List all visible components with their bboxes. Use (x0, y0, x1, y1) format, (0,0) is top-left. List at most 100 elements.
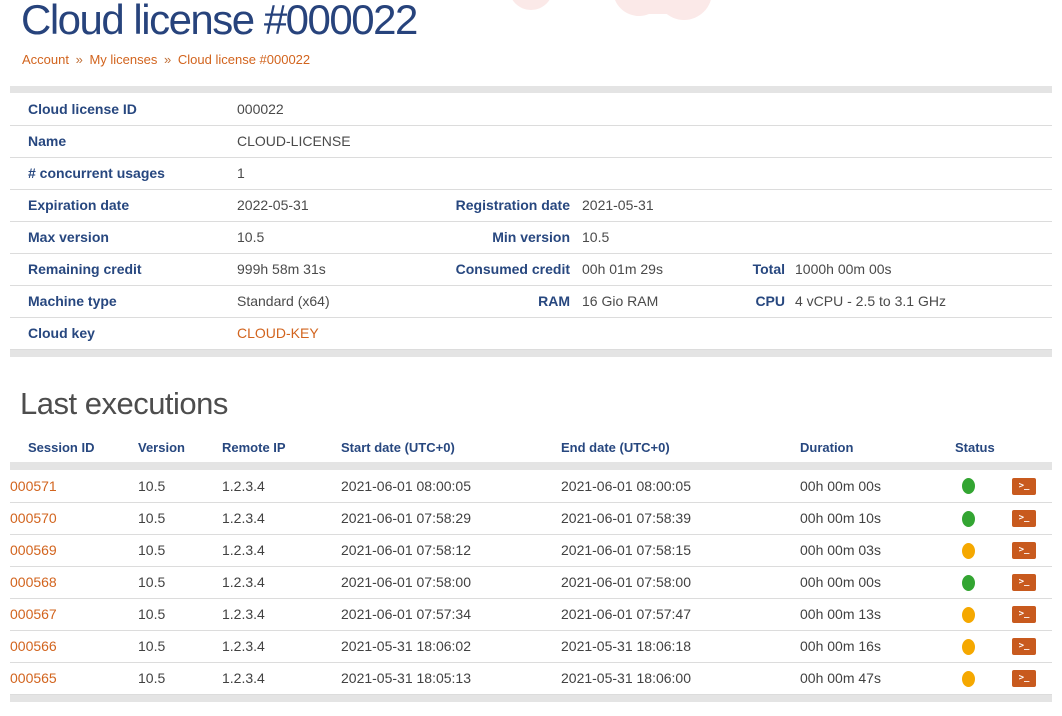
section-title-last-executions: Last executions (20, 386, 228, 422)
breadcrumb-link-account[interactable]: Account (22, 52, 69, 67)
detail-value: 000022 (237, 93, 440, 125)
cell-remote-ip: 1.2.3.4 (222, 662, 341, 694)
terminal-icon: >_ (1019, 610, 1030, 619)
terminal-log-button[interactable]: >_ (1012, 670, 1036, 687)
cell-end-date: 2021-06-01 07:58:15 (561, 534, 800, 566)
terminal-icon: >_ (1019, 642, 1030, 651)
detail-label: CPU (730, 285, 785, 317)
session-link[interactable]: 000567 (10, 606, 57, 622)
detail-value: 4 vCPU - 2.5 to 3.1 GHz (785, 285, 1052, 317)
cell-start-date: 2021-05-31 18:06:02 (341, 630, 561, 662)
detail-row-concurrent-usages: # concurrent usages 1 (10, 157, 1052, 189)
cell-start-date: 2021-06-01 07:58:00 (341, 566, 561, 598)
session-link[interactable]: 000571 (10, 478, 57, 494)
detail-value: CLOUD-KEY (237, 317, 440, 349)
terminal-log-button[interactable]: >_ (1012, 574, 1036, 591)
decor-circle (509, 0, 553, 10)
detail-label: Cloud license ID (10, 93, 237, 125)
executions-rows: 000571 10.5 1.2.3.4 2021-06-01 08:00:05 … (10, 470, 1052, 694)
cell-duration: 00h 00m 00s (800, 566, 955, 598)
session-link[interactable]: 000570 (10, 510, 57, 526)
cell-version: 10.5 (138, 598, 222, 630)
terminal-log-button[interactable]: >_ (1012, 542, 1036, 559)
terminal-log-button[interactable]: >_ (1012, 478, 1036, 495)
detail-value: 999h 58m 31s (237, 253, 440, 285)
detail-value: 16 Gio RAM (570, 285, 730, 317)
column-header-version: Version (138, 440, 222, 462)
status-icon (962, 607, 975, 623)
cell-remote-ip: 1.2.3.4 (222, 470, 341, 502)
detail-value: Standard (x64) (237, 285, 440, 317)
column-header-status: Status (955, 440, 1005, 462)
cell-duration: 00h 00m 16s (800, 630, 955, 662)
detail-label: RAM (440, 285, 570, 317)
session-link[interactable]: 000568 (10, 574, 57, 590)
cloud-key-link[interactable]: CLOUD-KEY (237, 325, 319, 341)
cell-start-date: 2021-06-01 07:58:29 (341, 502, 561, 534)
cell-version: 10.5 (138, 630, 222, 662)
cell-start-date: 2021-06-01 07:58:12 (341, 534, 561, 566)
cell-version: 10.5 (138, 566, 222, 598)
status-icon (962, 575, 975, 591)
status-icon (962, 639, 975, 655)
cell-end-date: 2021-05-31 18:06:00 (561, 662, 800, 694)
detail-value: CLOUD-LICENSE (237, 125, 440, 157)
terminal-icon: >_ (1019, 578, 1030, 587)
breadcrumb: Account » My licenses » Cloud license #0… (22, 52, 310, 67)
column-header-start-date: Start date (UTC+0) (341, 440, 561, 462)
cell-remote-ip: 1.2.3.4 (222, 630, 341, 662)
execution-row: 000569 10.5 1.2.3.4 2021-06-01 07:58:12 … (10, 534, 1052, 566)
session-link[interactable]: 000569 (10, 542, 57, 558)
status-icon (962, 478, 975, 494)
license-details-table: Cloud license ID 000022 Name CLOUD-LICEN… (10, 93, 1052, 350)
cell-remote-ip: 1.2.3.4 (222, 598, 341, 630)
column-header-duration: Duration (800, 440, 955, 462)
detail-row-credit: Remaining credit 999h 58m 31s Consumed c… (10, 253, 1052, 285)
column-header-end-date: End date (UTC+0) (561, 440, 800, 462)
page: Cloud license #000022 Account » My licen… (0, 0, 1062, 716)
execution-row: 000568 10.5 1.2.3.4 2021-06-01 07:58:00 … (10, 566, 1052, 598)
detail-value: 2022-05-31 (237, 189, 440, 221)
cell-start-date: 2021-06-01 08:00:05 (341, 470, 561, 502)
terminal-log-button[interactable]: >_ (1012, 638, 1036, 655)
terminal-icon: >_ (1019, 482, 1030, 491)
cell-remote-ip: 1.2.3.4 (222, 534, 341, 566)
terminal-log-button[interactable]: >_ (1012, 606, 1036, 623)
terminal-icon: >_ (1019, 546, 1030, 555)
breadcrumb-separator: » (161, 52, 174, 67)
terminal-log-button[interactable]: >_ (1012, 510, 1036, 527)
breadcrumb-link-current-license[interactable]: Cloud license #000022 (178, 52, 310, 67)
cell-end-date: 2021-06-01 07:58:39 (561, 502, 800, 534)
terminal-icon: >_ (1019, 514, 1030, 523)
column-header-log (1005, 440, 1052, 462)
cell-duration: 00h 00m 13s (800, 598, 955, 630)
execution-row: 000565 10.5 1.2.3.4 2021-05-31 18:05:13 … (10, 662, 1052, 694)
table-bottom-bar (10, 695, 1052, 702)
cell-duration: 00h 00m 00s (800, 470, 955, 502)
detail-value: 2021-05-31 (570, 189, 730, 221)
detail-label: Cloud key (10, 317, 237, 349)
executions-table: Session ID Version Remote IP Start date … (10, 440, 1052, 695)
session-link[interactable]: 000566 (10, 638, 57, 654)
breadcrumb-separator: » (73, 52, 86, 67)
detail-label: # concurrent usages (10, 157, 237, 189)
cell-version: 10.5 (138, 662, 222, 694)
page-title: Cloud license #000022 (21, 0, 417, 44)
executions-section: Session ID Version Remote IP Start date … (10, 440, 1052, 702)
detail-label: Registration date (440, 189, 570, 221)
cell-start-date: 2021-06-01 07:57:34 (341, 598, 561, 630)
execution-row: 000571 10.5 1.2.3.4 2021-06-01 08:00:05 … (10, 470, 1052, 502)
detail-row-name: Name CLOUD-LICENSE (10, 125, 1052, 157)
session-link[interactable]: 000565 (10, 670, 57, 686)
detail-label: Max version (10, 221, 237, 253)
breadcrumb-link-my-licenses[interactable]: My licenses (89, 52, 157, 67)
detail-label: Machine type (10, 285, 237, 317)
decor-shape (630, 0, 690, 14)
detail-row-cloud-key: Cloud key CLOUD-KEY (10, 317, 1052, 349)
cell-duration: 00h 00m 47s (800, 662, 955, 694)
detail-value: 00h 01m 29s (570, 253, 730, 285)
cell-version: 10.5 (138, 502, 222, 534)
table-top-bar (10, 86, 1052, 93)
detail-value: 10.5 (237, 221, 440, 253)
terminal-icon: >_ (1019, 674, 1030, 683)
